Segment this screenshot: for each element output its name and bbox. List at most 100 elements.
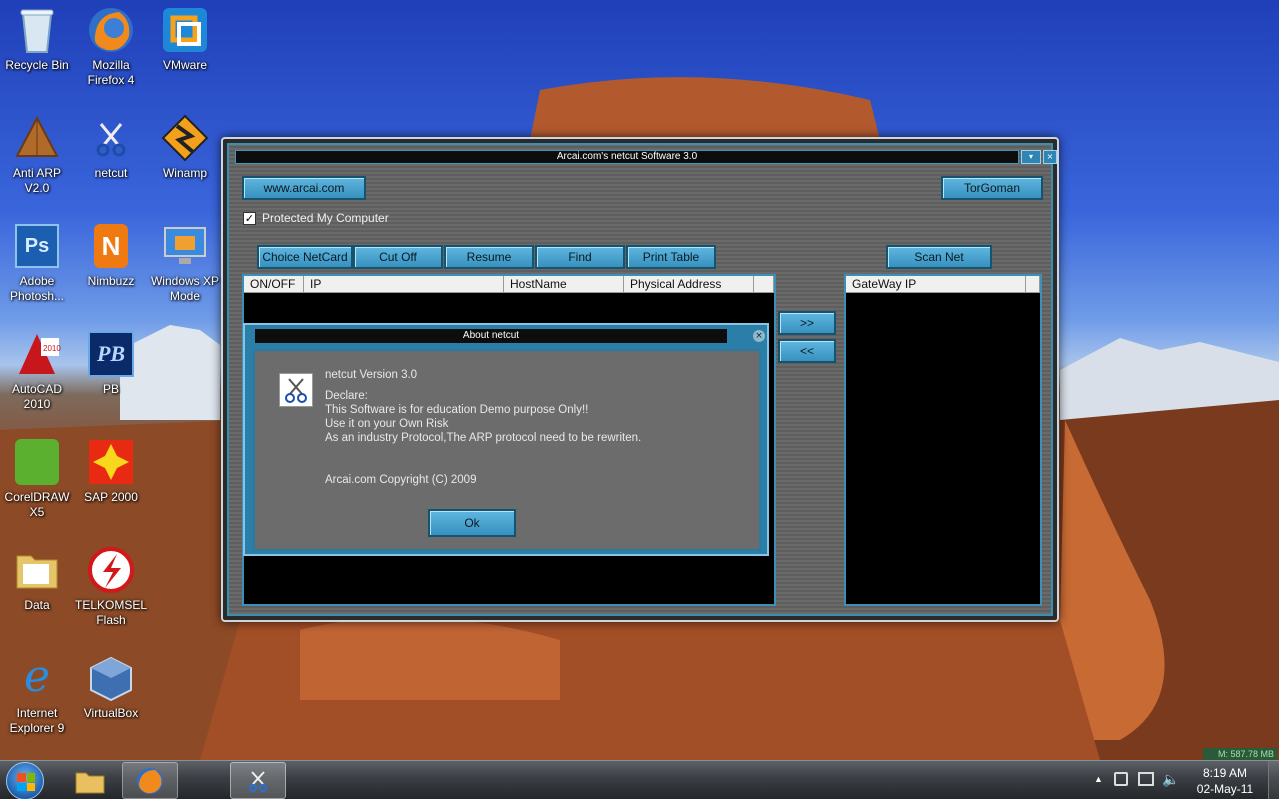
- taskbar-explorer[interactable]: [62, 762, 118, 799]
- desktop-icon-pb[interactable]: PB PB: [74, 330, 148, 397]
- choice-netcard-button[interactable]: Choice NetCard: [257, 245, 353, 269]
- about-body: netcut Version 3.0 Declare: This Softwar…: [253, 349, 761, 551]
- about-declare: Declare:: [325, 390, 368, 402]
- telkomsel-flash-icon: [87, 546, 135, 594]
- desktop-icon-label: Recycle Bin: [5, 58, 69, 72]
- desktop-icon-label: Mozilla Firefox 4: [87, 58, 135, 87]
- gateway-table[interactable]: GateWay IP: [844, 274, 1042, 606]
- start-button[interactable]: [6, 762, 44, 799]
- sap2000-icon: [87, 438, 135, 486]
- desktop-icon-label: netcut: [94, 166, 128, 180]
- desktop-icon-label: Windows XP Mode: [150, 274, 220, 303]
- resume-button[interactable]: Resume: [444, 245, 534, 269]
- scan-net-button[interactable]: Scan Net: [886, 245, 992, 269]
- windows-xp-mode-icon: [161, 222, 209, 270]
- winamp-icon: [161, 114, 209, 162]
- clock-time[interactable]: 8:19 AM: [1186, 766, 1264, 780]
- tray-volume-icon[interactable]: 🔈: [1162, 771, 1179, 788]
- desktop-icon-sap2000[interactable]: SAP 2000: [74, 438, 148, 505]
- desktop-icon-label: PB: [102, 382, 119, 396]
- desktop-icon-label: AutoCAD 2010: [11, 382, 63, 411]
- protected-checkbox[interactable]: ✓: [243, 212, 256, 225]
- close-button[interactable]: ×: [1043, 150, 1057, 164]
- netcut-title: Arcai.com's netcut Software 3.0: [235, 150, 1019, 164]
- about-line-3: As an industry Protocol,The ARP protocol…: [325, 432, 642, 444]
- desktop-icon-vmware[interactable]: VMware: [148, 6, 222, 73]
- nimbuzz-icon: N: [87, 222, 135, 270]
- desktop-icon-photoshop[interactable]: Ps Adobe Photosh...: [0, 222, 74, 304]
- tray-app-icon[interactable]: [1114, 772, 1128, 786]
- taskbar: ▲ 🔈 8:19 AM 02-May-11: [0, 760, 1279, 799]
- about-line-2: Use it on your Own Risk: [325, 418, 449, 430]
- column-filler: [1026, 276, 1040, 293]
- desktop-icon-windows-xp-mode[interactable]: Windows XP Mode: [148, 222, 222, 304]
- column-filler: [754, 276, 774, 293]
- desktop-icon-label: Adobe Photosh...: [9, 274, 65, 303]
- ok-button[interactable]: Ok: [428, 509, 516, 537]
- desktop-icon-label: SAP 2000: [84, 490, 138, 504]
- desktop-icon-label: Nimbuzz: [87, 274, 135, 288]
- about-line-1: This Software is for education Demo purp…: [325, 404, 589, 416]
- column-ip[interactable]: IP: [304, 276, 504, 293]
- desktop-icon-label: Winamp: [162, 166, 207, 180]
- anti-arp-icon: [13, 114, 61, 162]
- internet-explorer-icon: e: [23, 651, 51, 702]
- memory-meter: M: 587.78 MB: [1203, 748, 1277, 760]
- taskbar-firefox[interactable]: [122, 762, 178, 799]
- desktop-icon-telkomsel[interactable]: TELKOMSEL Flash: [74, 546, 148, 628]
- vmware-icon: [161, 6, 209, 54]
- column-onoff[interactable]: ON/OFF: [244, 276, 304, 293]
- desktop-icon-anti-arp[interactable]: Anti ARP V2.0: [0, 114, 74, 196]
- explorer-folder-icon: [75, 772, 105, 793]
- desktop-icon-label: Anti ARP V2.0: [12, 166, 62, 195]
- about-version: netcut Version 3.0: [325, 369, 418, 381]
- netcut-icon: [249, 770, 267, 792]
- desktop-icon-coreldraw[interactable]: CorelDRAW X5: [0, 438, 74, 520]
- cut-off-button[interactable]: Cut Off: [353, 245, 443, 269]
- netcut-logo-icon: [279, 373, 313, 407]
- minimize-button[interactable]: ▾: [1021, 150, 1041, 164]
- move-left-button[interactable]: <<: [778, 339, 836, 363]
- photoshop-icon: Ps: [13, 222, 61, 270]
- desktop-icon-label: CorelDRAW X5: [4, 490, 70, 519]
- desktop-icon-label: TELKOMSEL Flash: [74, 598, 148, 627]
- desktop-icon-internet-explorer[interactable]: e Internet Explorer 9: [0, 654, 74, 736]
- pb-icon: PB: [87, 330, 135, 378]
- about-close-icon[interactable]: ×: [753, 330, 765, 342]
- taskbar-netcut[interactable]: [230, 762, 286, 799]
- column-hostname[interactable]: HostName: [504, 276, 624, 293]
- clock-date[interactable]: 02-May-11: [1186, 782, 1264, 796]
- print-table-button[interactable]: Print Table: [626, 245, 716, 269]
- autocad-icon: 2010: [13, 330, 61, 378]
- desktop-icon-recycle-bin[interactable]: Recycle Bin: [0, 6, 74, 73]
- desktop-icon-virtualbox[interactable]: VirtualBox: [74, 654, 148, 721]
- column-gateway-ip[interactable]: GateWay IP: [846, 276, 1026, 293]
- about-title: About netcut: [255, 329, 727, 343]
- desktop-icon-label: VirtualBox: [83, 706, 139, 720]
- desktop-icon-label: VMware: [162, 58, 207, 72]
- desktop-icon-netcut[interactable]: netcut: [74, 114, 148, 181]
- desktop-icon-label: Data: [24, 598, 50, 612]
- protected-label: Protected My Computer: [262, 211, 389, 225]
- firefox-icon: [137, 767, 163, 794]
- desktop-icon-nimbuzz[interactable]: N Nimbuzz: [74, 222, 148, 289]
- tray-show-hidden-icon[interactable]: ▲: [1094, 774, 1103, 784]
- desktop-icon-winamp[interactable]: Winamp: [148, 114, 222, 181]
- show-desktop-button[interactable]: [1268, 761, 1279, 799]
- desktop-icon-data[interactable]: Data: [0, 546, 74, 613]
- windows-logo-icon: [17, 773, 35, 791]
- move-right-button[interactable]: >>: [778, 311, 836, 335]
- folder-icon: [13, 546, 61, 594]
- find-button[interactable]: Find: [535, 245, 625, 269]
- about-copyright: Arcai.com Copyright (C) 2009: [325, 474, 477, 486]
- website-button[interactable]: www.arcai.com: [242, 176, 366, 200]
- about-dialog: About netcut × netcut Version 3.0 Declar…: [243, 323, 769, 556]
- torgoman-button[interactable]: TorGoman: [941, 176, 1043, 200]
- recycle-bin-icon: [13, 6, 61, 54]
- coreldraw-icon: [13, 438, 61, 486]
- tray-network-icon[interactable]: [1138, 772, 1154, 786]
- column-physical-address[interactable]: Physical Address: [624, 276, 754, 293]
- netcut-icon: [87, 114, 135, 162]
- desktop-icon-autocad[interactable]: 2010 AutoCAD 2010: [0, 330, 74, 412]
- desktop-icon-firefox[interactable]: Mozilla Firefox 4: [74, 6, 148, 88]
